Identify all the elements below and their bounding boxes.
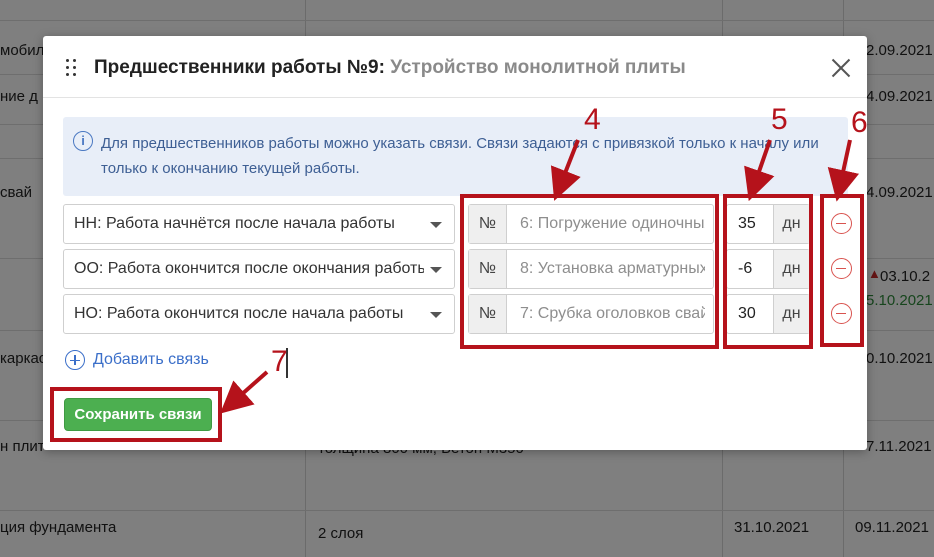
annotation-arrow-7 — [220, 370, 269, 414]
annotation-arrows — [220, 139, 860, 414]
annotation-arrow-6 — [827, 139, 860, 202]
annotation-arrow-5 — [744, 139, 775, 202]
annotation-arrow-4 — [550, 139, 581, 201]
